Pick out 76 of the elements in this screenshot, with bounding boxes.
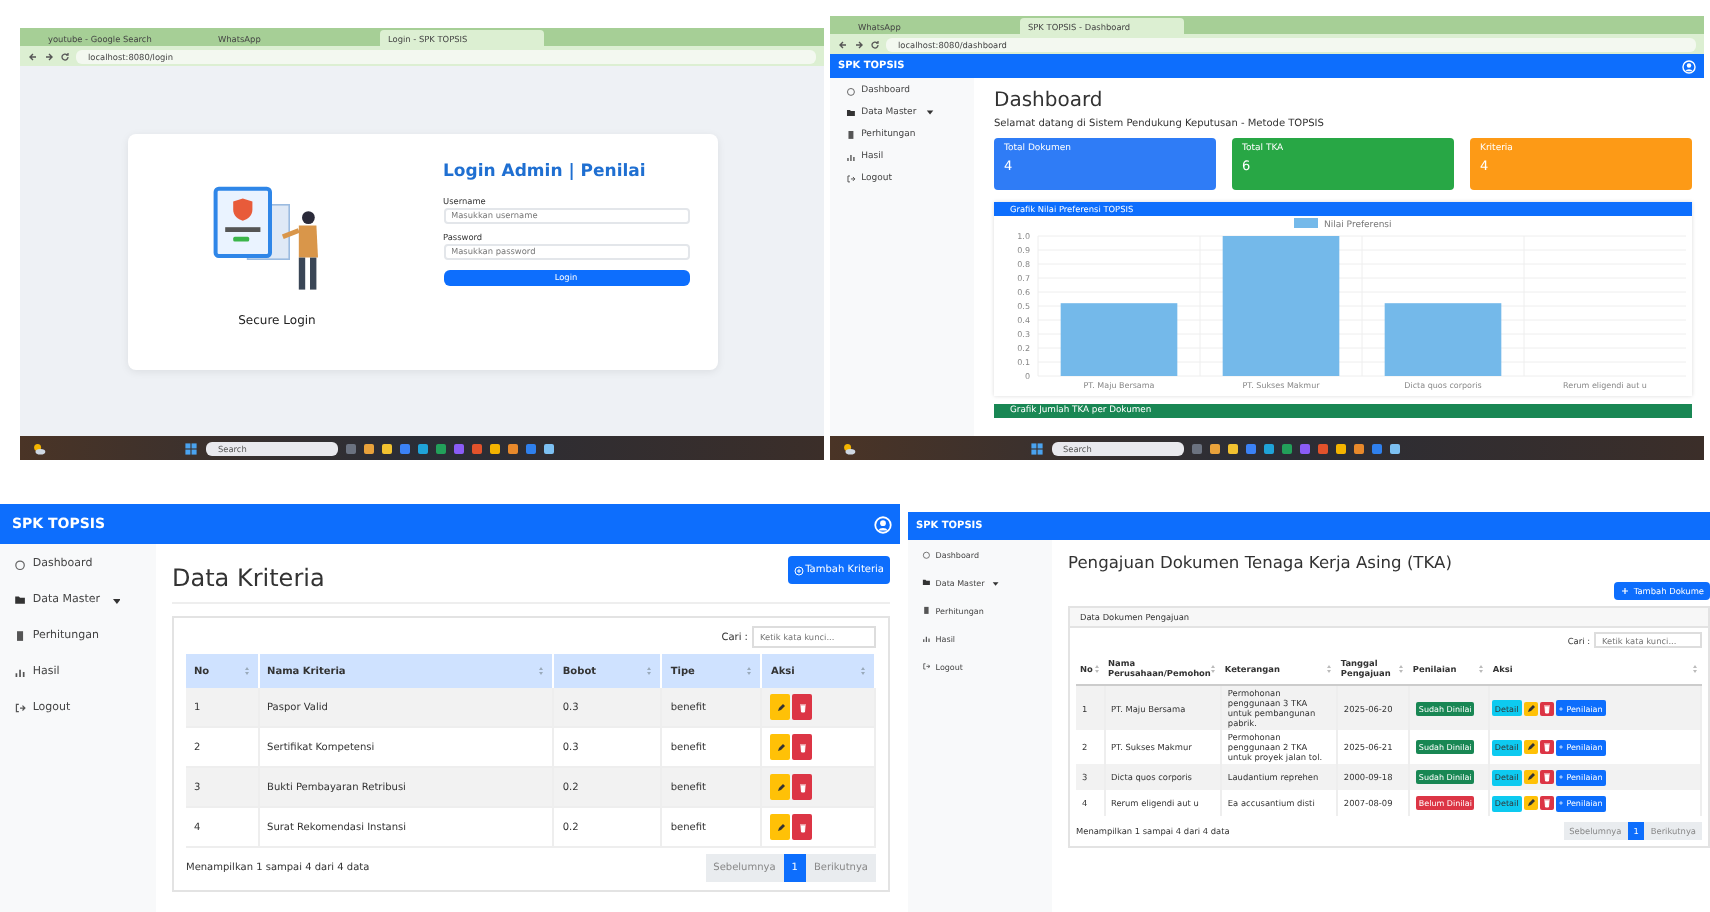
folder-icon: [846, 108, 856, 118]
trash-icon: [797, 699, 808, 715]
reload-icon[interactable]: [870, 39, 880, 49]
delete-button[interactable]: [1539, 770, 1554, 784]
delete-button[interactable]: [1539, 796, 1554, 810]
delete-button[interactable]: [1539, 740, 1554, 754]
edit-button[interactable]: [1523, 770, 1538, 784]
dashboard-icon: [846, 86, 856, 96]
delete-button[interactable]: [792, 694, 813, 720]
user-avatar-icon[interactable]: [1682, 59, 1696, 73]
delete-button[interactable]: [792, 814, 813, 840]
calculator-icon: [922, 606, 931, 616]
bar-chart-icon: [14, 666, 27, 679]
trash-icon: [797, 739, 808, 755]
start-icon[interactable]: [184, 441, 198, 455]
pencil-icon: [775, 699, 786, 715]
trash-icon: [797, 779, 808, 795]
page-title: Data Kriteria: [172, 564, 325, 592]
caret-icon: [111, 595, 121, 606]
trash-icon: [1541, 798, 1552, 808]
caret-icon: [992, 579, 1000, 587]
plus-icon: [1558, 774, 1565, 780]
delete-button[interactable]: [792, 774, 813, 800]
page-title: Pengajuan Dokumen Tenaga Kerja Asing (TKA): [1068, 552, 1454, 572]
edit-button[interactable]: [1523, 701, 1538, 715]
pencil-icon: [775, 819, 786, 835]
weather-icon[interactable]: [32, 441, 46, 455]
edit-button[interactable]: [770, 814, 791, 840]
logout-icon: [846, 174, 856, 184]
trash-icon: [797, 819, 808, 835]
back-icon[interactable]: [838, 39, 848, 49]
dashboard-icon: [14, 558, 27, 571]
trash-icon: [1541, 703, 1552, 713]
chart-bar: [1060, 303, 1178, 376]
pencil-icon: [1525, 772, 1536, 782]
calculator-icon: [14, 630, 27, 643]
plus-icon: [1619, 586, 1630, 596]
plus-icon: [1558, 800, 1565, 806]
caret-icon: [925, 108, 934, 118]
trash-icon: [1541, 772, 1552, 782]
login-title: Login Admin | Penilai: [443, 161, 648, 181]
pencil-icon: [775, 739, 786, 755]
pencil-icon: [1525, 798, 1536, 808]
reload-icon[interactable]: [60, 51, 70, 61]
user-avatar-icon[interactable]: [874, 515, 892, 533]
folder-icon: [14, 594, 27, 607]
plus-icon: [1558, 705, 1565, 711]
trash-icon: [1541, 742, 1552, 752]
pencil-icon: [1525, 742, 1536, 752]
pencil-icon: [1525, 703, 1536, 713]
edit-button[interactable]: [770, 694, 791, 720]
delete-button[interactable]: [792, 734, 813, 760]
legend-swatch: [1294, 218, 1318, 228]
dashboard-icon: [922, 550, 931, 560]
folder-icon: [922, 578, 931, 588]
back-icon[interactable]: [28, 51, 38, 61]
start-icon[interactable]: [1029, 441, 1043, 455]
forward-icon[interactable]: [854, 39, 864, 49]
calculator-icon: [846, 130, 856, 140]
plus-circle-icon: [793, 565, 804, 575]
edit-button[interactable]: [1523, 796, 1538, 810]
bar-chart-icon: [846, 152, 856, 162]
edit-button[interactable]: [770, 774, 791, 800]
logout-icon: [922, 662, 931, 672]
edit-button[interactable]: [770, 734, 791, 760]
plus-icon: [1558, 744, 1565, 750]
chart-bar: [1384, 303, 1502, 376]
logout-icon: [14, 702, 27, 715]
weather-icon[interactable]: [842, 441, 856, 455]
bar-chart-icon: [922, 634, 931, 644]
edit-button[interactable]: [1523, 740, 1538, 754]
chart-bar: [1222, 236, 1340, 376]
forward-icon[interactable]: [44, 51, 54, 61]
pencil-icon: [775, 779, 786, 795]
page-title: Dashboard: [994, 90, 1105, 112]
delete-button[interactable]: [1539, 701, 1554, 715]
